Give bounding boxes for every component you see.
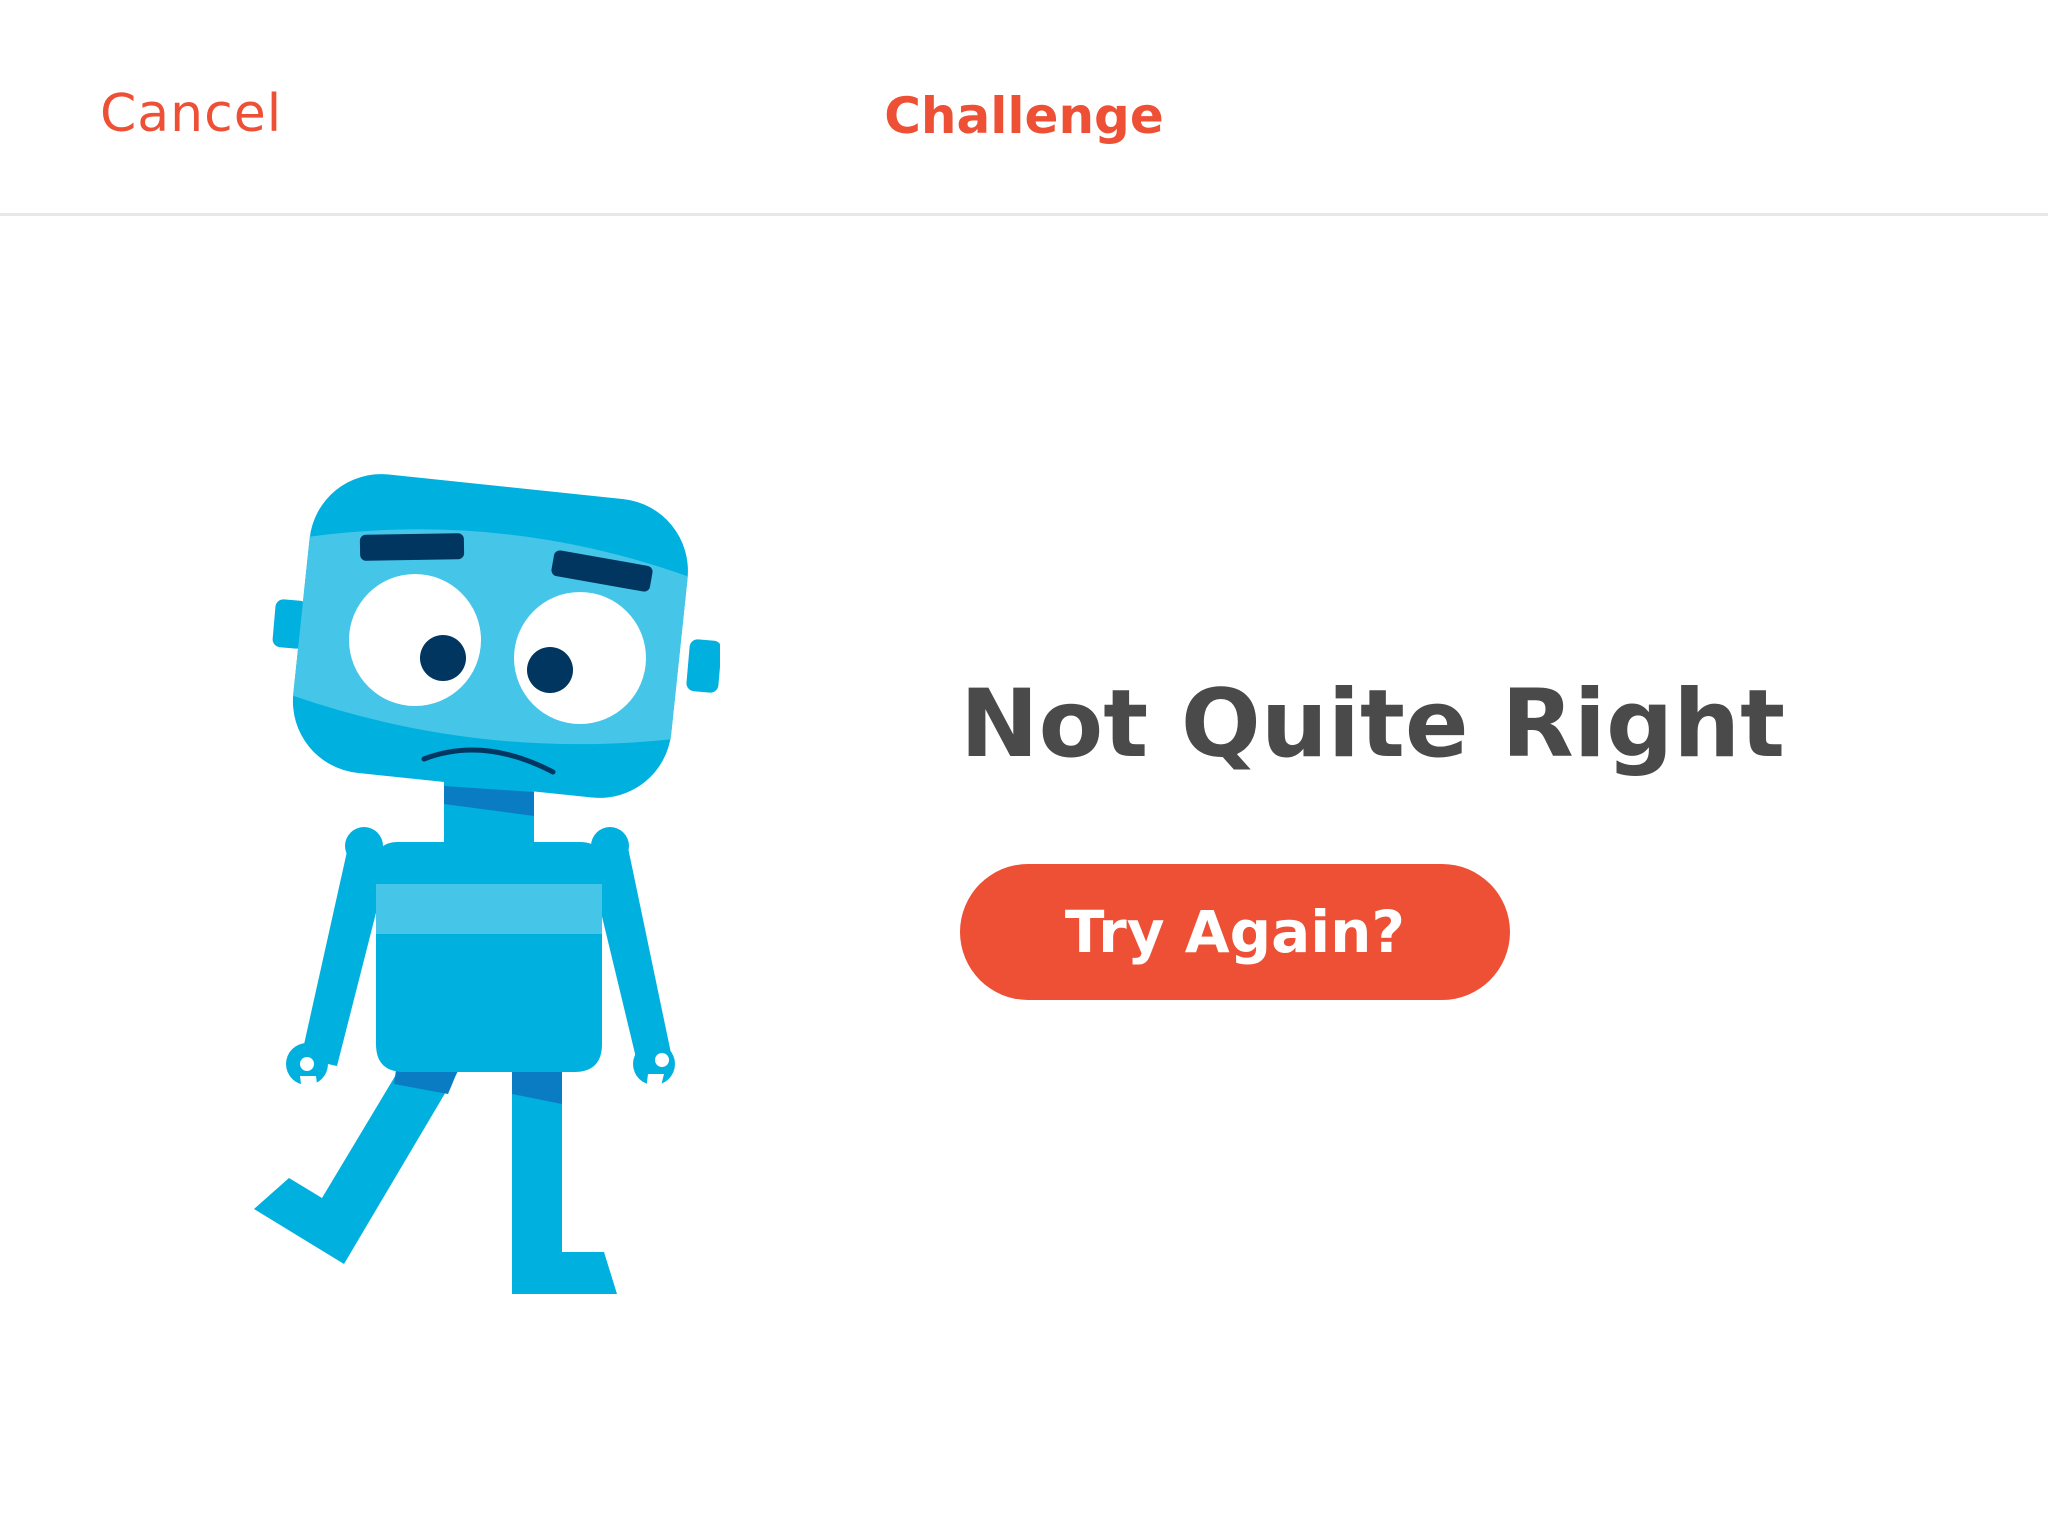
robot-head	[272, 474, 720, 798]
robot-body	[376, 842, 602, 1072]
page-title: Challenge	[884, 87, 1164, 145]
challenge-result-screen: Cancel Challenge Not Quite Right Try Aga…	[0, 0, 2048, 1536]
sad-robot-icon	[254, 474, 720, 1294]
result-heading: Not Quite Right	[960, 670, 1786, 779]
robot-legs	[254, 1068, 617, 1294]
try-again-button[interactable]: Try Again?	[960, 864, 1510, 1000]
navigation-bar: Cancel Challenge	[0, 0, 2048, 216]
